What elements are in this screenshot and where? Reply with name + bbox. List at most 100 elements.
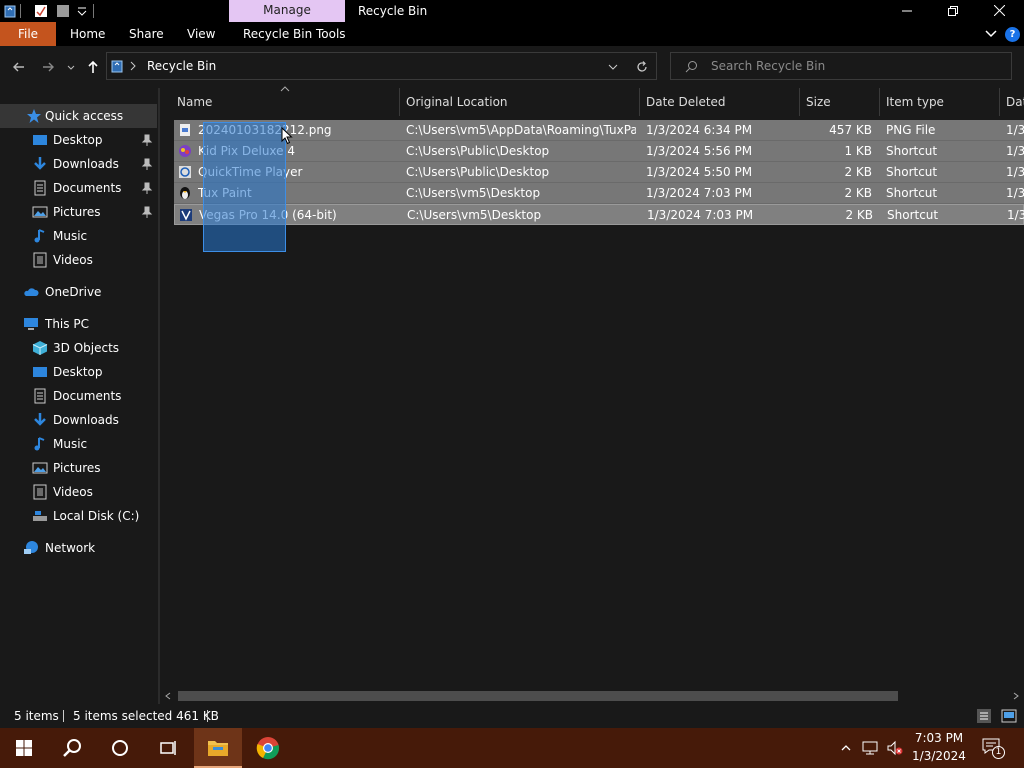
search-box[interactable]: Search Recycle Bin (670, 52, 1012, 80)
large-icons-view-icon[interactable] (1001, 709, 1017, 723)
breadcrumb-recycle-bin[interactable]: Recycle Bin (147, 53, 216, 79)
clock-date[interactable]: 1/3/2024 (900, 749, 978, 763)
sidebar-item-videos[interactable]: Videos (0, 248, 157, 272)
properties-icon[interactable] (34, 4, 48, 18)
details-view-icon[interactable] (977, 709, 991, 723)
sidebar-item-label: Pictures (53, 205, 101, 219)
column-header-name[interactable]: Name (171, 88, 400, 116)
sidebar-item-pc-videos[interactable]: Videos (0, 480, 157, 504)
table-row[interactable]: 20240103182212.png C:\Users\vm5\AppData\… (174, 120, 1024, 141)
file-date: 1/3 (1006, 186, 1024, 200)
recent-locations-chevron-icon[interactable] (64, 57, 78, 77)
minimize-icon (902, 10, 912, 12)
file-size: 1 KB (844, 144, 872, 158)
sidebar-item-downloads[interactable]: Downloads (0, 152, 157, 176)
task-view-button[interactable] (144, 728, 192, 768)
sidebar-item-network[interactable]: Network (0, 536, 157, 560)
customize-toolbar-icon[interactable] (75, 4, 89, 18)
task-view-icon (160, 741, 176, 755)
breadcrumb-chevron-icon[interactable] (129, 61, 137, 71)
pin-icon[interactable] (141, 134, 153, 146)
tab-recycle-bin-tools[interactable]: Recycle Bin Tools (243, 22, 346, 46)
taskbar-chrome[interactable] (244, 728, 292, 768)
clock-time[interactable]: 7:03 PM (900, 731, 978, 745)
search-icon (685, 61, 697, 73)
ribbon-tabs: File Home Share View Recycle Bin Tools ? (0, 22, 1024, 46)
scrollbar-thumb[interactable] (178, 691, 898, 701)
table-row[interactable]: Tux Paint C:\Users\vm5\Desktop 1/3/2024 … (174, 183, 1024, 204)
table-row[interactable]: Kid Pix Deluxe 4 C:\Users\Public\Desktop… (174, 141, 1024, 162)
sidebar-item-label: Quick access (45, 109, 124, 123)
network-status-icon[interactable] (862, 740, 880, 756)
restore-icon (948, 6, 958, 16)
file-location: C:\Users\vm5\Desktop (407, 208, 542, 222)
sidebar-item-local-disk[interactable]: Local Disk (C:) (0, 504, 157, 528)
column-headers: Name Original Location Date Deleted Size… (160, 86, 1024, 116)
music-note-icon (34, 437, 45, 451)
back-arrow-icon[interactable] (9, 57, 29, 77)
restore-button[interactable] (930, 0, 976, 22)
column-header-date-deleted[interactable]: Date Deleted (640, 88, 800, 116)
up-arrow-icon[interactable] (83, 57, 103, 77)
start-button[interactable] (0, 728, 48, 768)
table-row[interactable]: QuickTime Player C:\Users\Public\Desktop… (174, 162, 1024, 183)
pictures-icon (32, 462, 48, 474)
forward-arrow-icon[interactable] (38, 57, 58, 77)
sidebar-item-documents[interactable]: Documents (0, 176, 157, 200)
sidebar-item-pictures[interactable]: Pictures (0, 200, 157, 224)
sidebar-item-pc-downloads[interactable]: Downloads (0, 408, 157, 432)
sidebar-item-label: Videos (53, 485, 93, 499)
refresh-icon[interactable] (635, 60, 649, 74)
sidebar-item-quick-access[interactable]: Quick access (0, 104, 157, 128)
file-location: C:\Users\Public\Desktop (406, 144, 550, 158)
address-dropdown-icon[interactable] (607, 61, 619, 73)
new-folder-icon[interactable] (56, 4, 70, 18)
chevron-up-icon[interactable] (840, 742, 852, 754)
sidebar-item-onedrive[interactable]: OneDrive (0, 280, 157, 304)
column-header-date[interactable]: Dat (1000, 88, 1024, 116)
notification-badge: 1 (992, 746, 1005, 759)
sidebar-item-music[interactable]: Music (0, 224, 157, 248)
column-header-item-type[interactable]: Item type (880, 88, 1000, 116)
file-date: 1/3 (1007, 208, 1024, 222)
file-type: Shortcut (886, 165, 938, 179)
pictures-icon (32, 206, 48, 218)
pin-icon[interactable] (141, 206, 153, 218)
recycle-bin-icon[interactable] (3, 4, 17, 18)
tab-file[interactable]: File (0, 22, 56, 46)
action-center-button[interactable]: 1 (982, 738, 1005, 759)
help-button[interactable]: ? (1005, 27, 1020, 42)
manage-context-tab[interactable]: Manage (229, 0, 345, 22)
tab-view[interactable]: View (187, 22, 215, 46)
download-arrow-icon (34, 157, 46, 170)
close-button[interactable] (976, 0, 1022, 22)
file-date: 1/3 (1006, 165, 1024, 179)
pin-icon[interactable] (141, 158, 153, 170)
address-bar[interactable]: Recycle Bin (106, 52, 657, 80)
sidebar-item-pc-pictures[interactable]: Pictures (0, 456, 157, 480)
tab-share[interactable]: Share (129, 22, 164, 46)
png-file-icon (180, 124, 190, 136)
scroll-left-icon[interactable] (164, 692, 172, 700)
sidebar-item-pc-music[interactable]: Music (0, 432, 157, 456)
scroll-right-icon[interactable] (1012, 692, 1020, 700)
sidebar-item-pc-desktop[interactable]: Desktop (0, 360, 157, 384)
taskbar-file-explorer[interactable] (194, 728, 242, 768)
navigation-pane: Quick access Desktop Downloads Documents… (0, 88, 157, 704)
sidebar-item-pc-documents[interactable]: Documents (0, 384, 157, 408)
pin-icon[interactable] (141, 182, 153, 194)
tab-home[interactable]: Home (70, 22, 105, 46)
sidebar-item-desktop[interactable]: Desktop (0, 128, 157, 152)
toolbar-divider (93, 4, 94, 18)
sidebar-item-3d-objects[interactable]: 3D Objects (0, 336, 157, 360)
minimize-button[interactable] (884, 0, 930, 22)
search-button[interactable] (48, 728, 96, 768)
table-row[interactable]: Vegas Pro 14.0 (64-bit) C:\Users\vm5\Des… (174, 204, 1024, 225)
column-header-size[interactable]: Size (800, 88, 880, 116)
chevron-down-icon[interactable] (984, 26, 998, 40)
sidebar-item-this-pc[interactable]: This PC (0, 312, 157, 336)
horizontal-scrollbar[interactable] (160, 688, 1024, 704)
cortana-button[interactable] (96, 728, 144, 768)
column-header-original-location[interactable]: Original Location (400, 88, 640, 116)
search-input[interactable]: Search Recycle Bin (711, 53, 825, 79)
